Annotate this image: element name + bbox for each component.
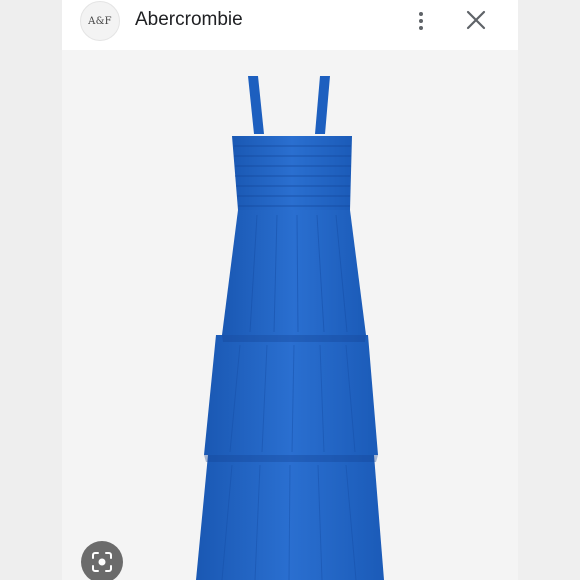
- blue-tiered-dress-image: [196, 76, 384, 580]
- right-backdrop: [518, 0, 580, 580]
- site-logo[interactable]: A&F: [80, 1, 120, 41]
- close-button[interactable]: [464, 8, 488, 32]
- product-image: [62, 50, 518, 580]
- image-preview-card: A&F Abercrombie: [62, 0, 518, 580]
- lens-search-button[interactable]: [81, 541, 123, 580]
- logo-text: A&F: [88, 15, 112, 27]
- lens-search-icon: [92, 552, 112, 572]
- site-name[interactable]: Abercrombie: [135, 9, 243, 31]
- preview-header: A&F Abercrombie: [62, 0, 518, 50]
- left-backdrop: [0, 0, 62, 580]
- more-vert-icon: [419, 12, 423, 16]
- more-options-button[interactable]: [410, 8, 432, 34]
- close-icon: [466, 10, 486, 30]
